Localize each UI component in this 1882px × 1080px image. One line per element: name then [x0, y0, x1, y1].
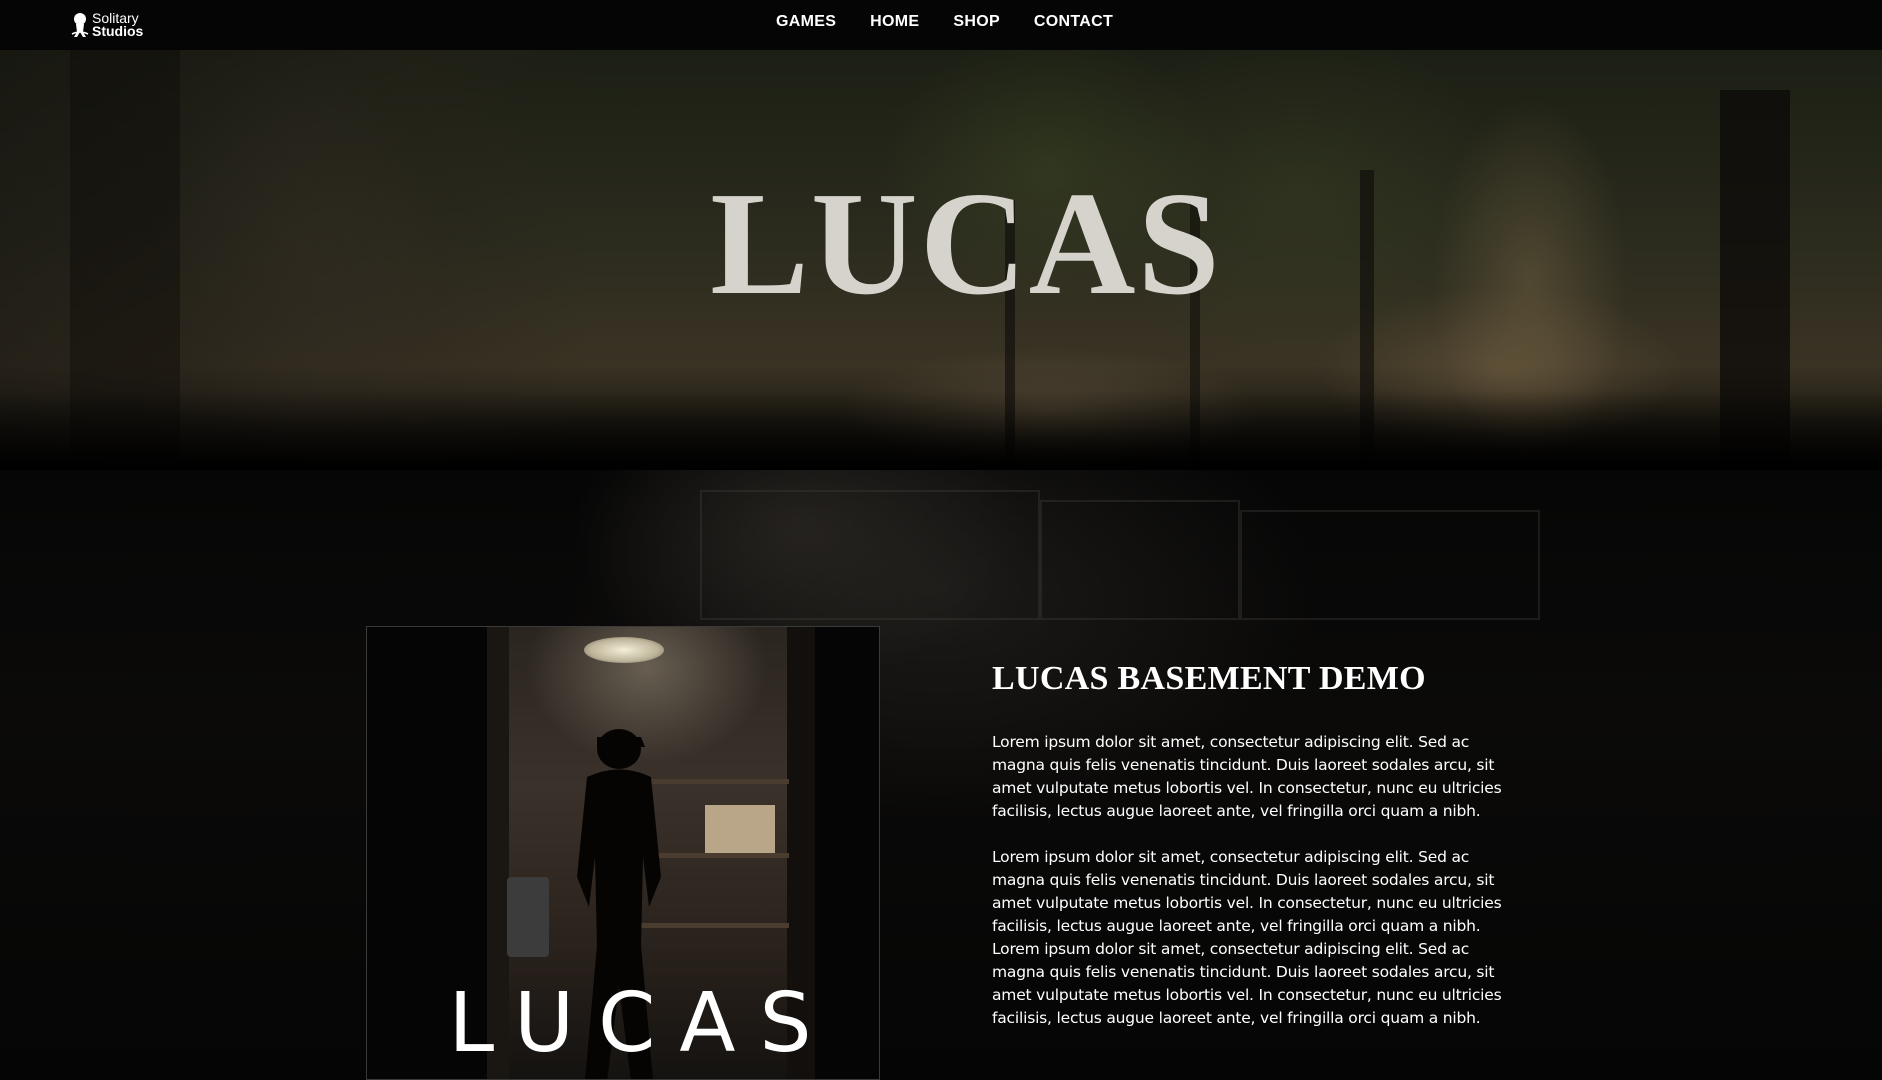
hero-title: LUCAS: [710, 162, 1222, 326]
game-cover-image[interactable]: LUCAS: [366, 626, 880, 1080]
game-info: LUCAS BASEMENT DEMO Lorem ipsum dolor si…: [992, 660, 1502, 1053]
nav-link-contact[interactable]: CONTACT: [1034, 13, 1113, 31]
cardboard-box: [705, 805, 775, 853]
nav-link-games[interactable]: GAMES: [776, 13, 836, 31]
nav-link-home[interactable]: HOME: [870, 13, 919, 31]
nav-link-shop[interactable]: SHOP: [953, 13, 1000, 31]
background-building: [1040, 500, 1240, 620]
logo-line-2: Studios: [92, 23, 144, 39]
hero-fade: [0, 390, 1882, 470]
solitary-figure-icon: [71, 13, 89, 37]
game-section: LUCAS LUCAS BASEMENT DEMO Lorem ipsum do…: [0, 470, 1882, 1080]
game-title: LUCAS BASEMENT DEMO: [992, 660, 1426, 697]
background-building: [700, 490, 1040, 620]
game-description-1: Lorem ipsum dolor sit amet, consectetur …: [992, 733, 1502, 821]
barrel: [507, 877, 549, 957]
logo-text: Solitary Studios: [92, 11, 144, 39]
main-nav: GAMES HOME SHOP CONTACT: [776, 0, 1113, 44]
cover-title: LUCAS: [448, 976, 836, 1071]
game-description-2: Lorem ipsum dolor sit amet, consectetur …: [992, 848, 1502, 1028]
site-logo[interactable]: Solitary Studios: [70, 9, 143, 41]
hero-banner: LUCAS: [0, 50, 1882, 470]
top-navbar: Solitary Studios GAMES HOME SHOP CONTACT: [0, 0, 1882, 50]
background-building: [1240, 510, 1540, 620]
ceiling-lamp: [584, 637, 664, 663]
